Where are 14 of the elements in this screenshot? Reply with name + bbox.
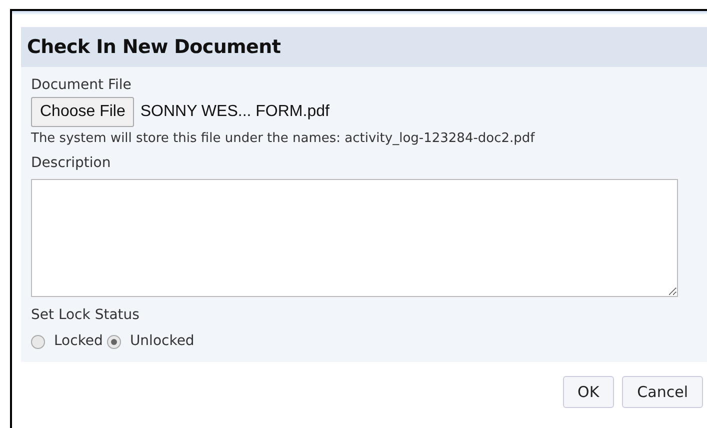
choose-file-button[interactable]: Choose File bbox=[31, 97, 134, 127]
cancel-button[interactable]: Cancel bbox=[622, 376, 703, 408]
field-label: Description bbox=[31, 154, 111, 173]
storage-note: The system will store this file under the names: activity_log-123284-doc2.pdf bbox=[31, 130, 535, 148]
radio-option[interactable]: Unlocked bbox=[106, 331, 194, 352]
radio-button[interactable] bbox=[106, 334, 121, 348]
description-field[interactable] bbox=[31, 179, 678, 297]
radio-button[interactable] bbox=[31, 334, 45, 348]
field-label: Document File bbox=[31, 76, 132, 95]
field-label: Set Lock Status bbox=[31, 306, 140, 325]
radio-option[interactable]: Locked bbox=[31, 331, 103, 352]
file-name: SONNY WES... FORM.pdf bbox=[140, 102, 330, 122]
ok-button[interactable]: OK bbox=[562, 376, 614, 408]
dialog-title: Check In New Document bbox=[27, 34, 281, 60]
